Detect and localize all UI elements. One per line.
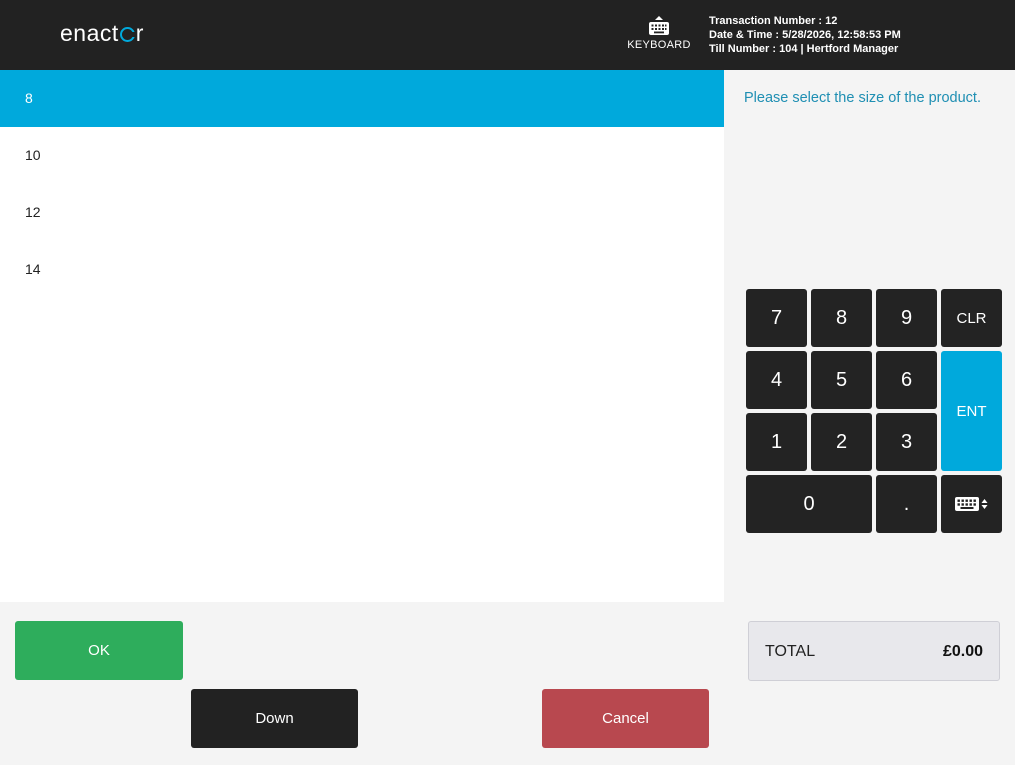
key-9[interactable]: 9	[876, 289, 937, 347]
keyboard-toggle-icon	[954, 497, 987, 511]
prompt-message: Please select the size of the product.	[744, 90, 981, 106]
size-list: 8 10 12 14	[0, 70, 724, 602]
key-3[interactable]: 3	[876, 413, 937, 471]
list-item-size-14[interactable]: 14	[0, 241, 724, 298]
cancel-button[interactable]: Cancel	[542, 689, 709, 748]
key-1[interactable]: 1	[746, 413, 807, 471]
enactor-logo: enact r	[60, 20, 144, 46]
keyboard-label: KEYBOARD	[627, 39, 691, 51]
key-2[interactable]: 2	[811, 413, 872, 471]
total-value: £0.00	[942, 643, 983, 660]
transaction-number: Transaction Number : 12	[709, 15, 838, 27]
date-time: Date & Time : 5/28/2026, 12:58:53 PM	[709, 29, 901, 41]
keyboard-button[interactable]: KEYBOARD	[622, 16, 696, 62]
logo-o-mark	[119, 27, 137, 42]
transaction-info: Transaction Number : 12 Date & Time : 5/…	[709, 14, 901, 56]
key-5[interactable]: 5	[811, 351, 872, 409]
down-button[interactable]: Down	[191, 689, 358, 748]
total-label: TOTAL	[765, 643, 816, 660]
key-4[interactable]: 4	[746, 351, 807, 409]
ok-button[interactable]: OK	[15, 621, 183, 680]
keyboard-icon	[649, 16, 669, 35]
key-8[interactable]: 8	[811, 289, 872, 347]
list-item-size-8[interactable]: 8	[0, 70, 724, 127]
list-item-size-10[interactable]: 10	[0, 127, 724, 184]
till-number: Till Number : 104 | Hertford Manager	[709, 43, 899, 55]
key-decimal[interactable]: .	[876, 475, 937, 533]
top-bar: enact r KEYBOARD Transaction Number : 12 …	[0, 0, 1015, 70]
keyboard-toggle-button[interactable]	[941, 475, 1002, 533]
key-6[interactable]: 6	[876, 351, 937, 409]
key-0[interactable]: 0	[746, 475, 872, 533]
list-item-size-12[interactable]: 12	[0, 184, 724, 241]
key-7[interactable]: 7	[746, 289, 807, 347]
total-panel: TOTAL £0.00	[748, 621, 1000, 681]
key-enter[interactable]: ENT	[941, 351, 1002, 471]
key-clear[interactable]: CLR	[941, 289, 1002, 347]
